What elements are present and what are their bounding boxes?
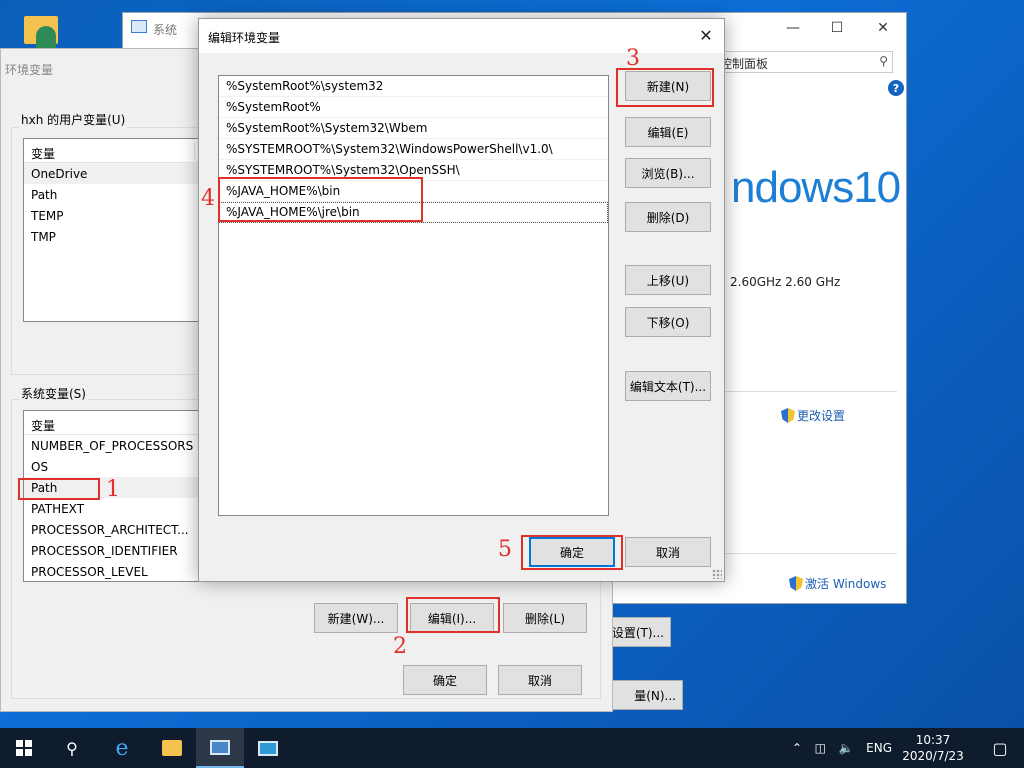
edge-browser-icon[interactable]: e bbox=[98, 728, 146, 768]
user-vars-list[interactable]: 变量 OneDrive Path TEMP TMP bbox=[23, 138, 203, 322]
start-button[interactable] bbox=[0, 728, 48, 768]
system-window-title: 系统 bbox=[153, 23, 178, 37]
maximize-button[interactable]: ☐ bbox=[815, 13, 859, 43]
user-icon bbox=[36, 26, 56, 50]
computer-icon bbox=[131, 20, 147, 33]
settings-button-partial[interactable]: 设置(T)... bbox=[605, 617, 671, 647]
env-dialog-title: 环境变量 bbox=[5, 63, 54, 77]
edit-dialog-titlebar[interactable]: 编辑环境变量 ✕ bbox=[199, 19, 724, 53]
edit-text-button[interactable]: 编辑文本(T)... bbox=[625, 371, 711, 401]
path-entries-list[interactable]: %SystemRoot%\system32 %SystemRoot% %Syst… bbox=[218, 75, 609, 516]
clock-time: 10:37 bbox=[915, 733, 951, 747]
move-down-button[interactable]: 下移(O) bbox=[625, 307, 711, 337]
list-column-header[interactable]: 变量 bbox=[24, 139, 202, 163]
list-item[interactable]: OneDrive bbox=[24, 163, 202, 184]
list-item[interactable]: OS bbox=[24, 456, 198, 477]
notification-icon[interactable]: ▢ bbox=[976, 728, 1024, 768]
annotation-box-2 bbox=[406, 597, 500, 633]
annotation-box-1 bbox=[18, 478, 100, 500]
list-item[interactable]: TEMP bbox=[24, 205, 202, 226]
clock[interactable]: 10:37 2020/7/23 bbox=[895, 732, 971, 764]
annotation-number-3: 3 bbox=[626, 46, 640, 71]
annotation-number-4: 4 bbox=[201, 186, 215, 211]
system-tray: ⌃ ◫ 🔈 ENG bbox=[792, 728, 892, 768]
windows-logo-icon bbox=[16, 740, 32, 756]
env-cancel-button[interactable]: 取消 bbox=[498, 665, 582, 695]
list-item[interactable]: Path bbox=[24, 184, 202, 205]
file-explorer-icon[interactable] bbox=[148, 728, 196, 768]
control-panel-taskbar-icon[interactable] bbox=[244, 728, 292, 768]
windows10-logo: ndows10 bbox=[731, 163, 901, 212]
annotation-number-2: 2 bbox=[393, 634, 407, 659]
close-button[interactable]: ✕ bbox=[861, 13, 905, 43]
delete-path-button[interactable]: 删除(D) bbox=[625, 202, 711, 232]
control-panel-search-input[interactable]: 控制面板 ⚲ bbox=[715, 51, 893, 73]
list-item[interactable]: PROCESSOR_ARCHITECT... bbox=[24, 519, 198, 540]
new-system-var-button[interactable]: 新建(W)... bbox=[314, 603, 398, 633]
search-placeholder: 控制面板 bbox=[720, 57, 769, 71]
clock-date: 2020/7/23 bbox=[902, 749, 964, 763]
annotation-box-3 bbox=[616, 68, 714, 107]
system-vars-label: 系统变量(S) bbox=[19, 385, 88, 402]
change-settings-link[interactable]: 更改设置 bbox=[781, 407, 845, 424]
browse-path-button[interactable]: 浏览(B)... bbox=[625, 158, 711, 188]
path-entry[interactable]: %SYSTEMROOT%\System32\WindowsPowerShell\… bbox=[219, 139, 608, 160]
edit-cancel-button[interactable]: 取消 bbox=[625, 537, 711, 567]
edit-dialog-title: 编辑环境变量 bbox=[208, 31, 281, 45]
taskbar: ⚲ e ⌃ ◫ 🔈 ENG 10:37 2020/7/23 ▢ bbox=[0, 728, 1024, 768]
delete-system-var-button[interactable]: 删除(L) bbox=[503, 603, 587, 633]
search-icon: ⚲ bbox=[879, 54, 888, 68]
system-window-taskbar-icon[interactable] bbox=[196, 728, 244, 768]
annotation-number-5: 5 bbox=[498, 537, 512, 562]
divider bbox=[719, 553, 897, 554]
uac-shield-icon bbox=[789, 576, 803, 591]
minimize-button[interactable]: — bbox=[771, 13, 815, 43]
path-entry[interactable]: %SystemRoot%\system32 bbox=[219, 76, 608, 97]
help-icon[interactable]: ? bbox=[888, 80, 904, 96]
list-item[interactable]: PROCESSOR_IDENTIFIER bbox=[24, 540, 198, 561]
list-item[interactable]: NUMBER_OF_PROCESSORS bbox=[24, 435, 198, 456]
volume-icon[interactable]: 🔈 bbox=[839, 741, 854, 755]
resize-grip[interactable] bbox=[712, 569, 722, 579]
chevron-up-icon[interactable]: ⌃ bbox=[792, 741, 802, 755]
list-item[interactable]: TMP bbox=[24, 226, 202, 247]
edit-path-button[interactable]: 编辑(E) bbox=[625, 117, 711, 147]
divider bbox=[719, 391, 897, 392]
annotation-box-5 bbox=[521, 535, 623, 570]
language-indicator[interactable]: ENG bbox=[866, 741, 892, 755]
list-column-header[interactable]: 变量 bbox=[24, 411, 198, 435]
path-entry[interactable]: %SystemRoot% bbox=[219, 97, 608, 118]
network-icon[interactable]: ◫ bbox=[815, 741, 826, 755]
activate-windows-link[interactable]: 激活 Windows bbox=[789, 575, 886, 592]
annotation-box-4 bbox=[218, 177, 423, 222]
search-icon[interactable]: ⚲ bbox=[48, 728, 96, 768]
user-vars-label: hxh 的用户变量(U) bbox=[19, 111, 128, 128]
env-ok-button[interactable]: 确定 bbox=[403, 665, 487, 695]
close-icon[interactable]: ✕ bbox=[696, 25, 716, 45]
cpu-speed-text: 2.60GHz 2.60 GHz bbox=[730, 275, 841, 289]
path-entry[interactable]: %SystemRoot%\System32\Wbem bbox=[219, 118, 608, 139]
env-variables-button-partial[interactable]: 量(N)... bbox=[605, 680, 683, 710]
move-up-button[interactable]: 上移(U) bbox=[625, 265, 711, 295]
uac-shield-icon bbox=[781, 408, 795, 423]
annotation-number-1: 1 bbox=[106, 477, 120, 502]
list-item[interactable]: PROCESSOR_LEVEL bbox=[24, 561, 198, 581]
